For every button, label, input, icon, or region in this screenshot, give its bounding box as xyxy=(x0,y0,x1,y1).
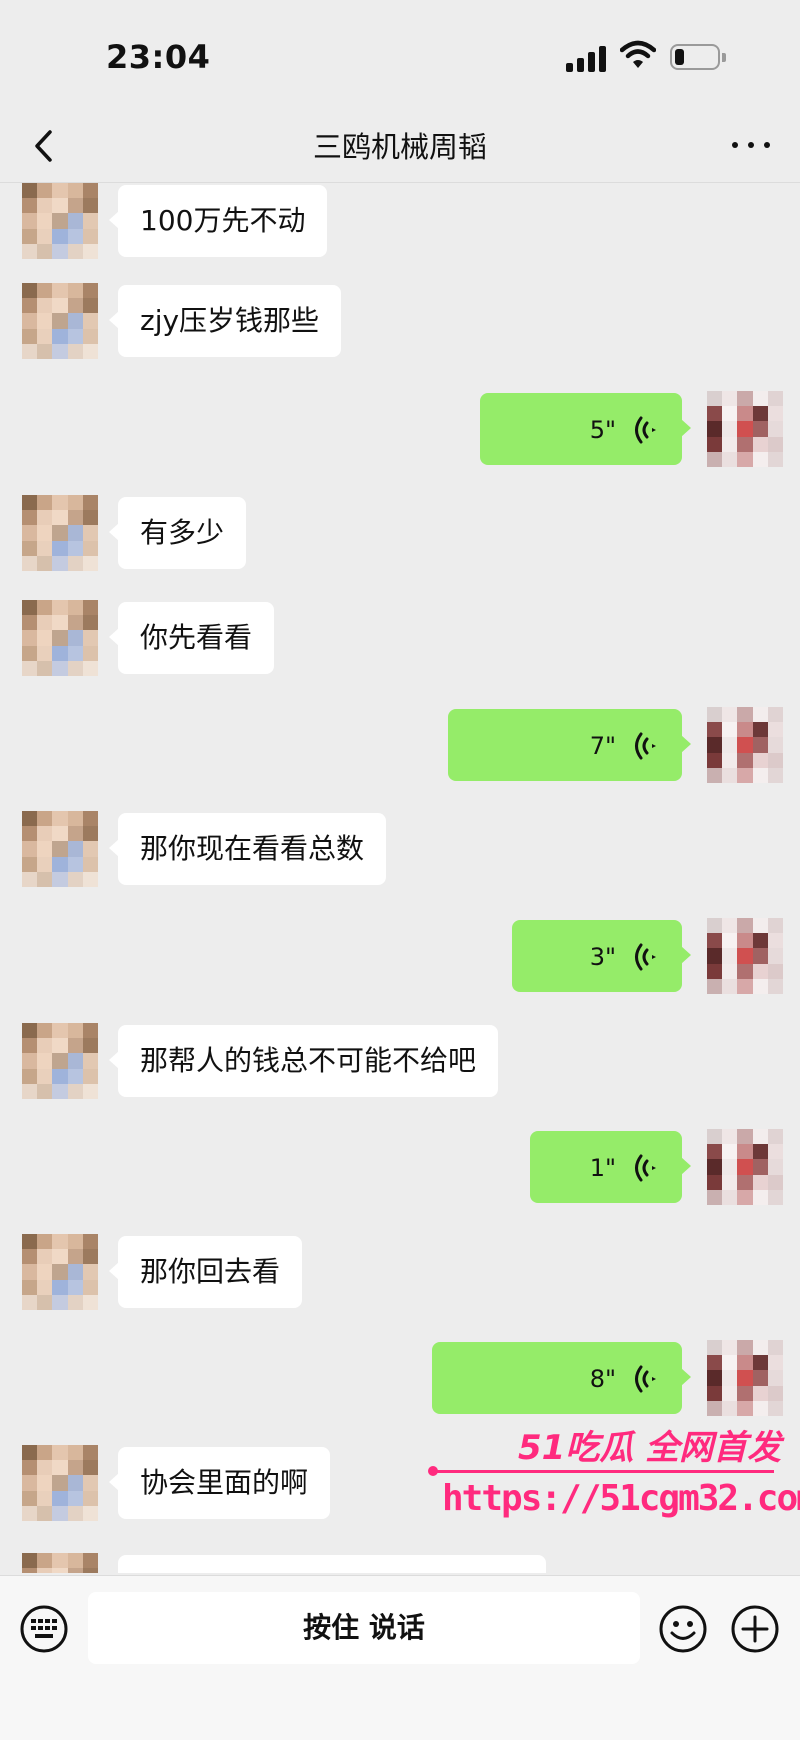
message-bubble[interactable]: 100万先不动 xyxy=(108,185,328,257)
message-sent-voice: 1" xyxy=(0,1129,800,1209)
message-bubble[interactable]: 那帮人的钱总不可能不给吧 xyxy=(108,1025,499,1097)
watermark-line xyxy=(434,1470,774,1473)
voice-message-bubble[interactable]: 5" xyxy=(480,393,691,465)
watermark: 51吃瓜 全网首发 https://51cgm32.com xyxy=(428,1420,800,1540)
message-received: 有多少 xyxy=(0,495,800,575)
avatar[interactable] xyxy=(22,1023,98,1099)
message-sent-voice: 5" xyxy=(0,391,800,471)
avatar[interactable] xyxy=(22,1445,98,1521)
voice-wave-icon xyxy=(635,732,656,760)
status-time: 23:04 xyxy=(106,38,211,76)
hold-to-talk-button[interactable]: 按住 说话 xyxy=(88,1592,640,1664)
avatar[interactable] xyxy=(22,495,98,571)
signal-icon xyxy=(566,46,608,72)
avatar[interactable] xyxy=(707,1129,783,1205)
voice-wave-icon xyxy=(635,1154,656,1182)
message-bubble[interactable]: zjy压岁钱那些 xyxy=(108,285,342,357)
voice-message-bubble[interactable]: 8" xyxy=(432,1342,691,1414)
voice-duration: 8" xyxy=(589,1365,616,1393)
message-received: 那帮人的钱总不可能不给吧 xyxy=(0,1023,800,1103)
message-bubble[interactable]: 那你现在看看总数 xyxy=(108,813,387,885)
message-bubble[interactable]: 那你回去看 xyxy=(108,1236,303,1308)
voice-duration: 1" xyxy=(589,1154,616,1182)
input-bar: 按住 说话 xyxy=(0,1575,800,1740)
voice-wave-icon xyxy=(635,1365,656,1393)
avatar[interactable] xyxy=(22,811,98,887)
voice-message-bubble[interactable]: 7" xyxy=(448,709,691,781)
avatar[interactable] xyxy=(22,183,98,259)
avatar[interactable] xyxy=(22,1553,98,1573)
battery-icon xyxy=(670,44,726,70)
voice-wave-icon xyxy=(635,416,656,444)
message-received: 那你现在看看总数 xyxy=(0,811,800,891)
voice-duration: 5" xyxy=(589,416,616,444)
watermark-brand: 51吃瓜 全网首发 xyxy=(518,1428,782,1468)
emoji-icon[interactable] xyxy=(658,1604,708,1654)
message-received: 100万先不动 xyxy=(0,183,800,263)
message-received xyxy=(0,1553,800,1573)
message-bubble[interactable]: 有多少 xyxy=(108,497,247,569)
chat-title: 三鸥机械周韬 xyxy=(312,130,487,164)
avatar[interactable] xyxy=(707,707,783,783)
message-sent-voice: 8" xyxy=(0,1340,800,1420)
wifi-icon xyxy=(620,40,656,68)
message-sent-voice: 7" xyxy=(0,707,800,787)
message-received: 你先看看 xyxy=(0,600,800,680)
message-bubble[interactable]: 协会里面的啊 xyxy=(108,1447,331,1519)
avatar[interactable] xyxy=(22,600,98,676)
message-received: 那你回去看 xyxy=(0,1234,800,1314)
message-bubble[interactable]: 你先看看 xyxy=(108,602,275,674)
voice-message-bubble[interactable]: 1" xyxy=(530,1131,691,1203)
more-dots-icon[interactable] xyxy=(726,130,776,160)
voice-wave-icon xyxy=(635,943,656,971)
message-received: zjy压岁钱那些 xyxy=(0,283,800,363)
voice-message-bubble[interactable]: 3" xyxy=(512,920,691,992)
keyboard-icon[interactable] xyxy=(19,1604,69,1654)
avatar[interactable] xyxy=(22,283,98,359)
voice-duration: 3" xyxy=(589,943,616,971)
avatar[interactable] xyxy=(22,1234,98,1310)
avatar[interactable] xyxy=(707,1340,783,1416)
message-list[interactable]: 100万先不动 zjy压岁钱那些 5" 有多少 你先看看 7" 那你现在看看总数… xyxy=(0,183,800,1573)
avatar[interactable] xyxy=(707,918,783,994)
avatar[interactable] xyxy=(707,391,783,467)
message-bubble[interactable] xyxy=(118,1555,546,1573)
watermark-url: https://51cgm32.com xyxy=(442,1478,800,1519)
voice-duration: 7" xyxy=(589,732,616,760)
chat-header: 三鸥机械周韬 xyxy=(0,110,800,183)
message-sent-voice: 3" xyxy=(0,918,800,998)
status-bar: 23:04 xyxy=(0,0,800,110)
plus-icon[interactable] xyxy=(730,1604,780,1654)
